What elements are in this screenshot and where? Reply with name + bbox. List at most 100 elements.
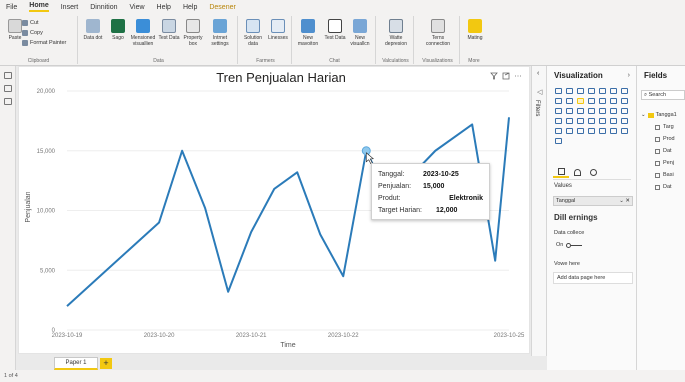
field-item[interactable]: Basi <box>655 172 674 178</box>
model-view-icon[interactable] <box>3 98 12 105</box>
visual-type-icon[interactable] <box>608 96 618 105</box>
new-visual-button[interactable]: New mavoiton <box>294 19 322 47</box>
visual-type-icon[interactable] <box>575 126 585 135</box>
onelake-button[interactable]: Mensioned visuallien <box>128 19 158 47</box>
format-visual-tab[interactable] <box>569 166 585 178</box>
field-name: Targ <box>663 124 674 130</box>
new-measure-button[interactable]: Watte depresion <box>381 19 411 47</box>
visual-type-icon[interactable] <box>608 86 618 95</box>
toggle-switch[interactable] <box>566 242 583 248</box>
chart-title: Tren Penjualan Harian <box>216 70 346 85</box>
visual-type-icon[interactable] <box>564 126 574 135</box>
expand-icon[interactable]: ⌄ <box>641 112 646 118</box>
dropdown-icon[interactable]: ⌄ ✕ <box>619 197 630 205</box>
visual-type-icon[interactable] <box>597 96 607 105</box>
y-tick-label: 5,000 <box>40 268 56 274</box>
visual-type-icon[interactable] <box>553 126 563 135</box>
visual-type-icon[interactable] <box>586 126 596 135</box>
drill-through-well[interactable]: Add data page here <box>553 272 633 284</box>
visual-type-icon[interactable] <box>553 106 563 115</box>
visual-type-icon[interactable] <box>608 126 618 135</box>
field-checkbox[interactable] <box>655 136 660 142</box>
filter-icon[interactable] <box>490 72 498 80</box>
visual-type-icon[interactable] <box>608 106 618 115</box>
visual-type-icon[interactable] <box>575 96 585 105</box>
field-item[interactable]: Penj <box>655 160 674 166</box>
menu-view[interactable]: View <box>130 4 145 11</box>
report-view-icon[interactable] <box>3 72 12 79</box>
visual-type-icon[interactable] <box>564 96 574 105</box>
visual-type-icon[interactable] <box>586 86 596 95</box>
field-item[interactable]: Dat <box>655 184 672 190</box>
visual-type-icon[interactable] <box>619 86 629 95</box>
transform-data-button[interactable]: Solution data <box>240 19 266 47</box>
focus-mode-icon[interactable] <box>502 72 510 80</box>
visual-type-icon[interactable] <box>597 126 607 135</box>
field-checkbox[interactable] <box>655 160 660 166</box>
field-checkbox[interactable] <box>655 148 660 154</box>
publish-button[interactable]: Mating <box>462 19 488 41</box>
search-placeholder: Search <box>648 92 667 98</box>
values-label: Values <box>554 183 572 189</box>
field-item[interactable]: Targ <box>655 124 674 130</box>
refresh-button[interactable]: Linesses <box>265 19 291 41</box>
menu-design[interactable]: Desener <box>209 4 235 11</box>
visual-type-icon[interactable] <box>619 106 629 115</box>
field-item[interactable]: Prod <box>655 136 675 142</box>
cut-label: Cut <box>30 20 39 26</box>
get-data-button[interactable]: Data dot <box>80 19 106 41</box>
sql-button[interactable]: Test Data <box>156 19 182 41</box>
chevron-left-icon[interactable]: ‹ <box>537 70 539 77</box>
field-checkbox[interactable] <box>655 172 660 178</box>
menu-insert[interactable]: Insert <box>61 4 79 11</box>
filters-pane-collapsed[interactable]: ‹ ◁ Filters <box>531 66 547 356</box>
format-painter-button[interactable]: Format Painter <box>22 40 66 46</box>
text-box-button[interactable]: Test Data <box>322 19 348 41</box>
visual-type-icon[interactable] <box>564 86 574 95</box>
visual-type-icon[interactable] <box>586 96 596 105</box>
menu-file[interactable]: File <box>6 4 17 11</box>
visual-type-icon[interactable] <box>608 116 618 125</box>
table-node[interactable]: ⌄ Tangga1 <box>641 112 677 118</box>
menu-modeling[interactable]: Dinnition <box>90 4 117 11</box>
copy-button[interactable]: Copy <box>22 30 43 36</box>
visual-type-icon[interactable] <box>553 116 563 125</box>
visual-type-icon[interactable] <box>564 106 574 115</box>
add-page-button[interactable]: + <box>100 358 112 369</box>
build-visual-tab[interactable] <box>553 166 569 178</box>
field-checkbox[interactable] <box>655 124 660 130</box>
cut-button[interactable]: Cut <box>22 20 39 26</box>
value-field-well[interactable]: Tanggal ⌄ ✕ <box>553 196 633 206</box>
visuals-icon <box>353 19 367 33</box>
analytics-tab[interactable] <box>585 166 601 178</box>
sensitivity-button[interactable]: Terns connection <box>420 19 456 47</box>
page-tab[interactable]: Paper 1 <box>54 357 98 370</box>
visual-type-icon[interactable] <box>586 116 596 125</box>
visual-type-icon[interactable] <box>575 106 585 115</box>
visual-type-icon[interactable] <box>597 116 607 125</box>
visual-type-icon[interactable] <box>619 116 629 125</box>
visual-type-icon[interactable] <box>564 116 574 125</box>
enter-data-button[interactable]: Property box <box>180 19 206 47</box>
menu-help-2[interactable]: Help <box>183 4 197 11</box>
field-item[interactable]: Dat <box>655 148 672 154</box>
fields-search-input[interactable]: ⌕ Search <box>641 90 685 100</box>
field-checkbox[interactable] <box>655 184 660 190</box>
visual-type-icon[interactable] <box>597 106 607 115</box>
visual-type-icon[interactable] <box>553 136 563 145</box>
chevron-right-icon[interactable]: › <box>628 72 630 79</box>
menu-help[interactable]: Help <box>157 4 171 11</box>
visual-type-icon[interactable] <box>586 106 596 115</box>
visual-type-icon[interactable] <box>553 96 563 105</box>
visual-type-icon[interactable] <box>553 86 563 95</box>
visual-type-icon[interactable] <box>619 126 629 135</box>
table-view-icon[interactable] <box>3 85 12 92</box>
menu-home[interactable]: Home <box>29 2 49 12</box>
visual-type-icon[interactable] <box>597 86 607 95</box>
visual-type-icon[interactable] <box>575 86 585 95</box>
visual-type-icon[interactable] <box>619 96 629 105</box>
dataverse-button[interactable]: Intrnet settings <box>204 19 236 47</box>
visual-type-icon[interactable] <box>575 116 585 125</box>
transform-icon <box>246 19 260 33</box>
more-visuals-button[interactable]: New visuallcn <box>346 19 374 47</box>
